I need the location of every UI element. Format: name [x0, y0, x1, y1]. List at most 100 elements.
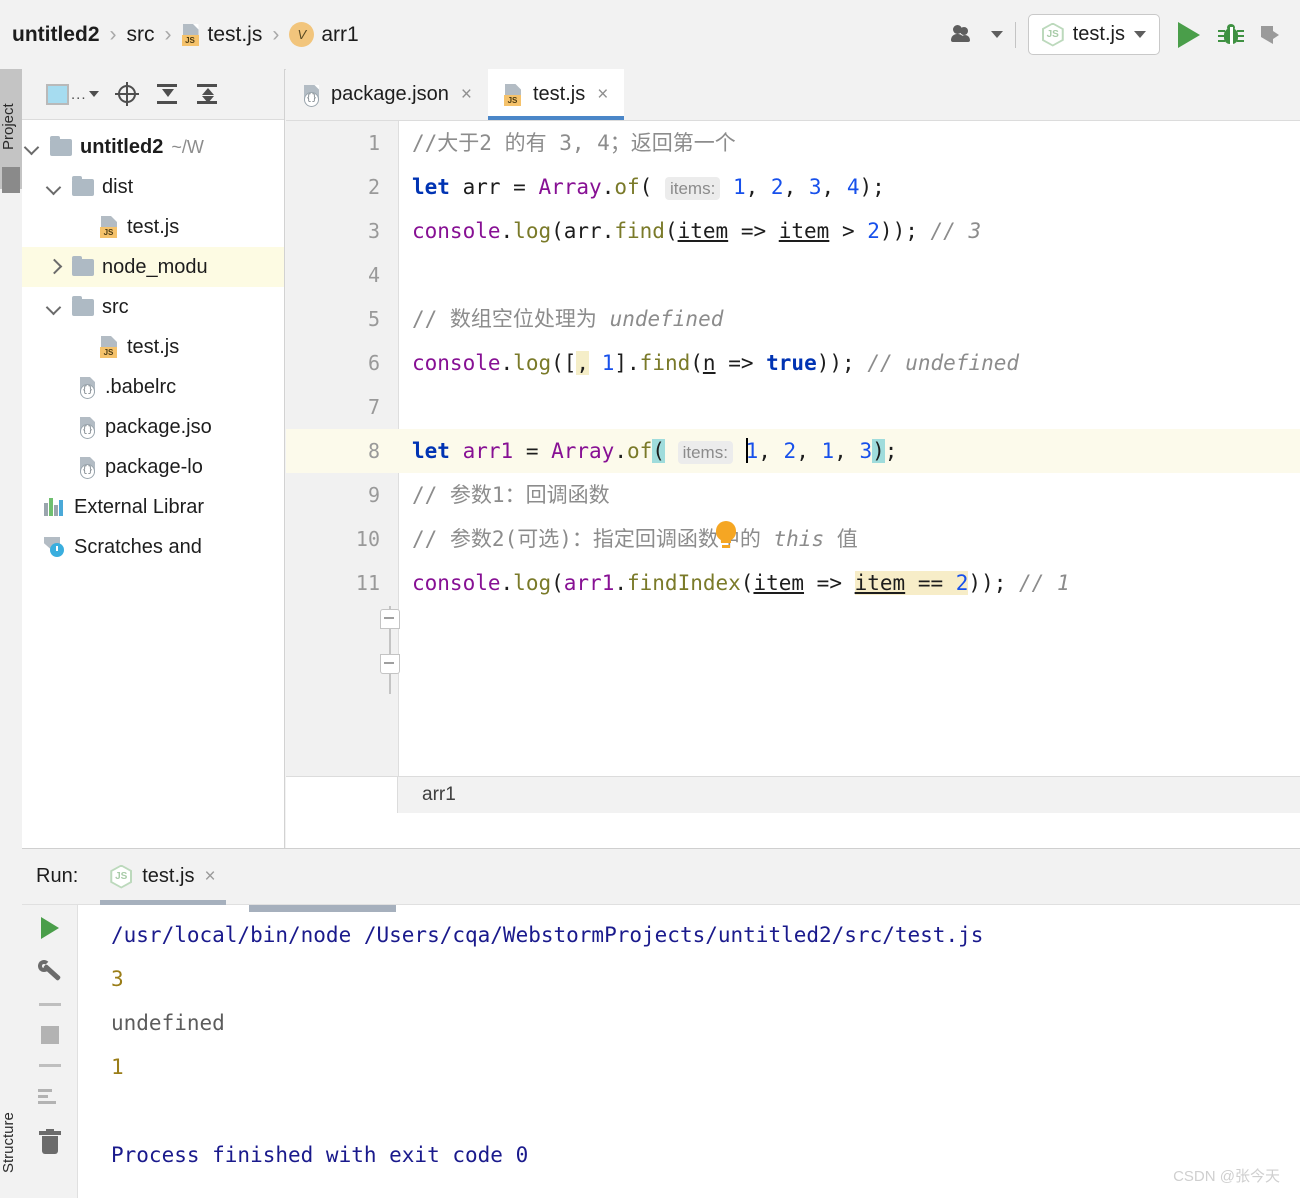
code-line[interactable]: 10 // 参数2(可选)：指定回调函数中的 this 值	[286, 517, 1300, 561]
breadcrumb-item-project[interactable]: untitled2	[8, 21, 104, 49]
json-file-icon: {}	[78, 416, 97, 439]
empty-slot-highlight: ,	[576, 351, 590, 375]
people-button[interactable]	[950, 22, 1003, 48]
chevron-down-icon[interactable]	[44, 177, 64, 197]
code-line[interactable]: 5 // 数组空位处理为 undefined	[286, 297, 1300, 341]
run-tab-test-js[interactable]: JS test.js ×	[100, 849, 226, 905]
tree-item-src-test-js[interactable]: JS test.js	[22, 327, 284, 367]
tree-item-babelrc[interactable]: {} .babelrc	[22, 367, 284, 407]
tree-item-label: package.jso	[105, 415, 212, 438]
tree-item-node-modules[interactable]: node_modu	[22, 247, 284, 287]
settings-wrench-icon[interactable]	[37, 959, 62, 983]
stop-icon[interactable]	[40, 1026, 59, 1044]
chevron-right-icon[interactable]	[44, 257, 64, 277]
console-line: undefined	[111, 1011, 225, 1035]
breadcrumb-bottom-label[interactable]: arr1	[398, 784, 456, 806]
console-scrollbar-thumb[interactable]	[249, 905, 396, 912]
code-line[interactable]: 9 // 参数1：回调函数	[286, 473, 1300, 517]
breadcrumb-label-file: test.js	[207, 22, 263, 46]
js-file-icon: JS	[100, 216, 119, 238]
matching-brace-open: (	[652, 439, 665, 463]
watermark: CSDN @张今天	[1173, 1168, 1280, 1185]
breadcrumb-separator: ›	[164, 22, 172, 46]
line-number: 1	[367, 131, 380, 155]
sidebar-divider	[38, 1064, 61, 1067]
chevron-down-icon[interactable]	[44, 297, 64, 317]
line-number: 9	[367, 483, 380, 507]
nodejs-icon: JS	[1041, 22, 1064, 47]
run-panel-body: /usr/local/bin/node /Users/cqa/WebstormP…	[22, 905, 1300, 1198]
fold-marker-end[interactable]	[380, 654, 400, 674]
tree-item-package-json[interactable]: {} package.jso	[22, 407, 284, 447]
line-number: 3	[367, 219, 380, 243]
js-file-icon: JS	[503, 83, 523, 106]
code-line-active[interactable]: 8 let arr1 = Array.of( items: 1, 2, 1, 3…	[286, 429, 1300, 473]
fold-marker-start[interactable]	[380, 609, 400, 629]
run-console-output[interactable]: /usr/local/bin/node /Users/cqa/WebstormP…	[79, 905, 1300, 1198]
json-file-icon: {}	[78, 376, 97, 399]
chevron-down-icon	[1134, 31, 1146, 38]
rerun-icon[interactable]	[40, 917, 59, 939]
close-icon[interactable]: ×	[205, 866, 216, 888]
chevron-down-icon[interactable]	[22, 137, 42, 157]
console-line: 1	[111, 1055, 124, 1079]
tree-item-untitled2[interactable]: untitled2 ~/W	[22, 127, 284, 167]
tree-item-label: External Librar	[74, 495, 205, 518]
breadcrumb-separator: ›	[272, 22, 280, 46]
code-line[interactable]: 7	[286, 385, 1300, 429]
chevron-down-icon	[88, 91, 99, 97]
code-line[interactable]: 1 //大于2 的有 3, 4；返回第一个	[286, 121, 1300, 165]
console-line: 3	[111, 967, 124, 991]
lightbulb-icon[interactable]	[716, 521, 738, 549]
editor-tab-label: package.json	[331, 83, 449, 105]
debug-bug-icon[interactable]	[1218, 22, 1244, 48]
close-icon[interactable]: ×	[461, 84, 472, 106]
run-configuration-selector[interactable]: JS test.js	[1027, 14, 1160, 55]
folder-icon	[72, 295, 94, 316]
code-lines: 1 //大于2 的有 3, 4；返回第一个 2 let arr = Array.…	[286, 121, 1300, 605]
tree-item-scratches[interactable]: Scratches and	[22, 527, 284, 567]
locate-target-icon[interactable]	[114, 82, 139, 106]
code-line[interactable]: 2 let arr = Array.of( items: 1, 2, 3, 4)…	[286, 165, 1300, 209]
trash-icon[interactable]	[38, 1129, 61, 1154]
run-with-coverage-icon[interactable]	[1256, 21, 1284, 49]
code-line[interactable]: 4	[286, 253, 1300, 297]
run-configuration-label: test.js	[1072, 23, 1125, 45]
tree-item-external-libraries[interactable]: External Librar	[22, 487, 284, 527]
project-panel-toolbar: ...	[22, 69, 284, 120]
expand-all-icon[interactable]	[155, 83, 179, 105]
run-panel-sidebar	[22, 905, 78, 1198]
editor-tab-test-js[interactable]: JS test.js ×	[487, 69, 625, 120]
folder-icon	[50, 135, 72, 156]
code-line[interactable]: 3 console.log(arr.find(item => item > 2)…	[286, 209, 1300, 253]
close-icon[interactable]: ×	[597, 84, 608, 106]
tree-item-label: package-lo	[105, 455, 203, 478]
line-number: 5	[367, 307, 380, 331]
breadcrumb-item-file[interactable]: JS test.js	[178, 21, 267, 49]
line-content: let arr1 = Array.of( items: 1, 2, 1, 3);	[412, 438, 898, 464]
line-content: // 数组空位处理为 undefined	[412, 307, 724, 331]
tree-item-package-lock-json[interactable]: {} package-lo	[22, 447, 284, 487]
editor-tab-label: test.js	[532, 83, 586, 105]
variable-badge-icon: V	[289, 22, 315, 47]
line-number: 4	[367, 263, 380, 287]
line-content: let arr = Array.of( items: 1, 2, 3, 4);	[412, 175, 885, 200]
code-line[interactable]: 11 console.log(arr1.findIndex(item => it…	[286, 561, 1300, 605]
editor-tab-package-json[interactable]: {} package.json ×	[286, 69, 488, 120]
soft-wrap-icon[interactable]	[37, 1087, 62, 1109]
collapse-all-icon[interactable]	[195, 83, 219, 105]
people-icon	[950, 22, 985, 48]
tree-item-dist[interactable]: dist	[22, 167, 284, 207]
run-icon[interactable]	[1178, 21, 1200, 48]
breadcrumb-item-symbol[interactable]: V arr1	[285, 20, 362, 49]
tree-item-dist-test-js[interactable]: JS test.js	[22, 207, 284, 247]
tool-tab-structure[interactable]: Structure	[0, 1088, 22, 1198]
breadcrumb-item-src[interactable]: src	[123, 21, 159, 49]
chevron-down-icon	[990, 31, 1003, 38]
project-view-selector[interactable]: ...	[46, 83, 99, 105]
tool-strip-handle[interactable]	[2, 167, 20, 193]
tree-item-src[interactable]: src	[22, 287, 284, 327]
code-line[interactable]: 6 console.log([, 1].find(n => true)); //…	[286, 341, 1300, 385]
code-editor[interactable]: 1 //大于2 的有 3, 4；返回第一个 2 let arr = Array.…	[286, 121, 1300, 813]
